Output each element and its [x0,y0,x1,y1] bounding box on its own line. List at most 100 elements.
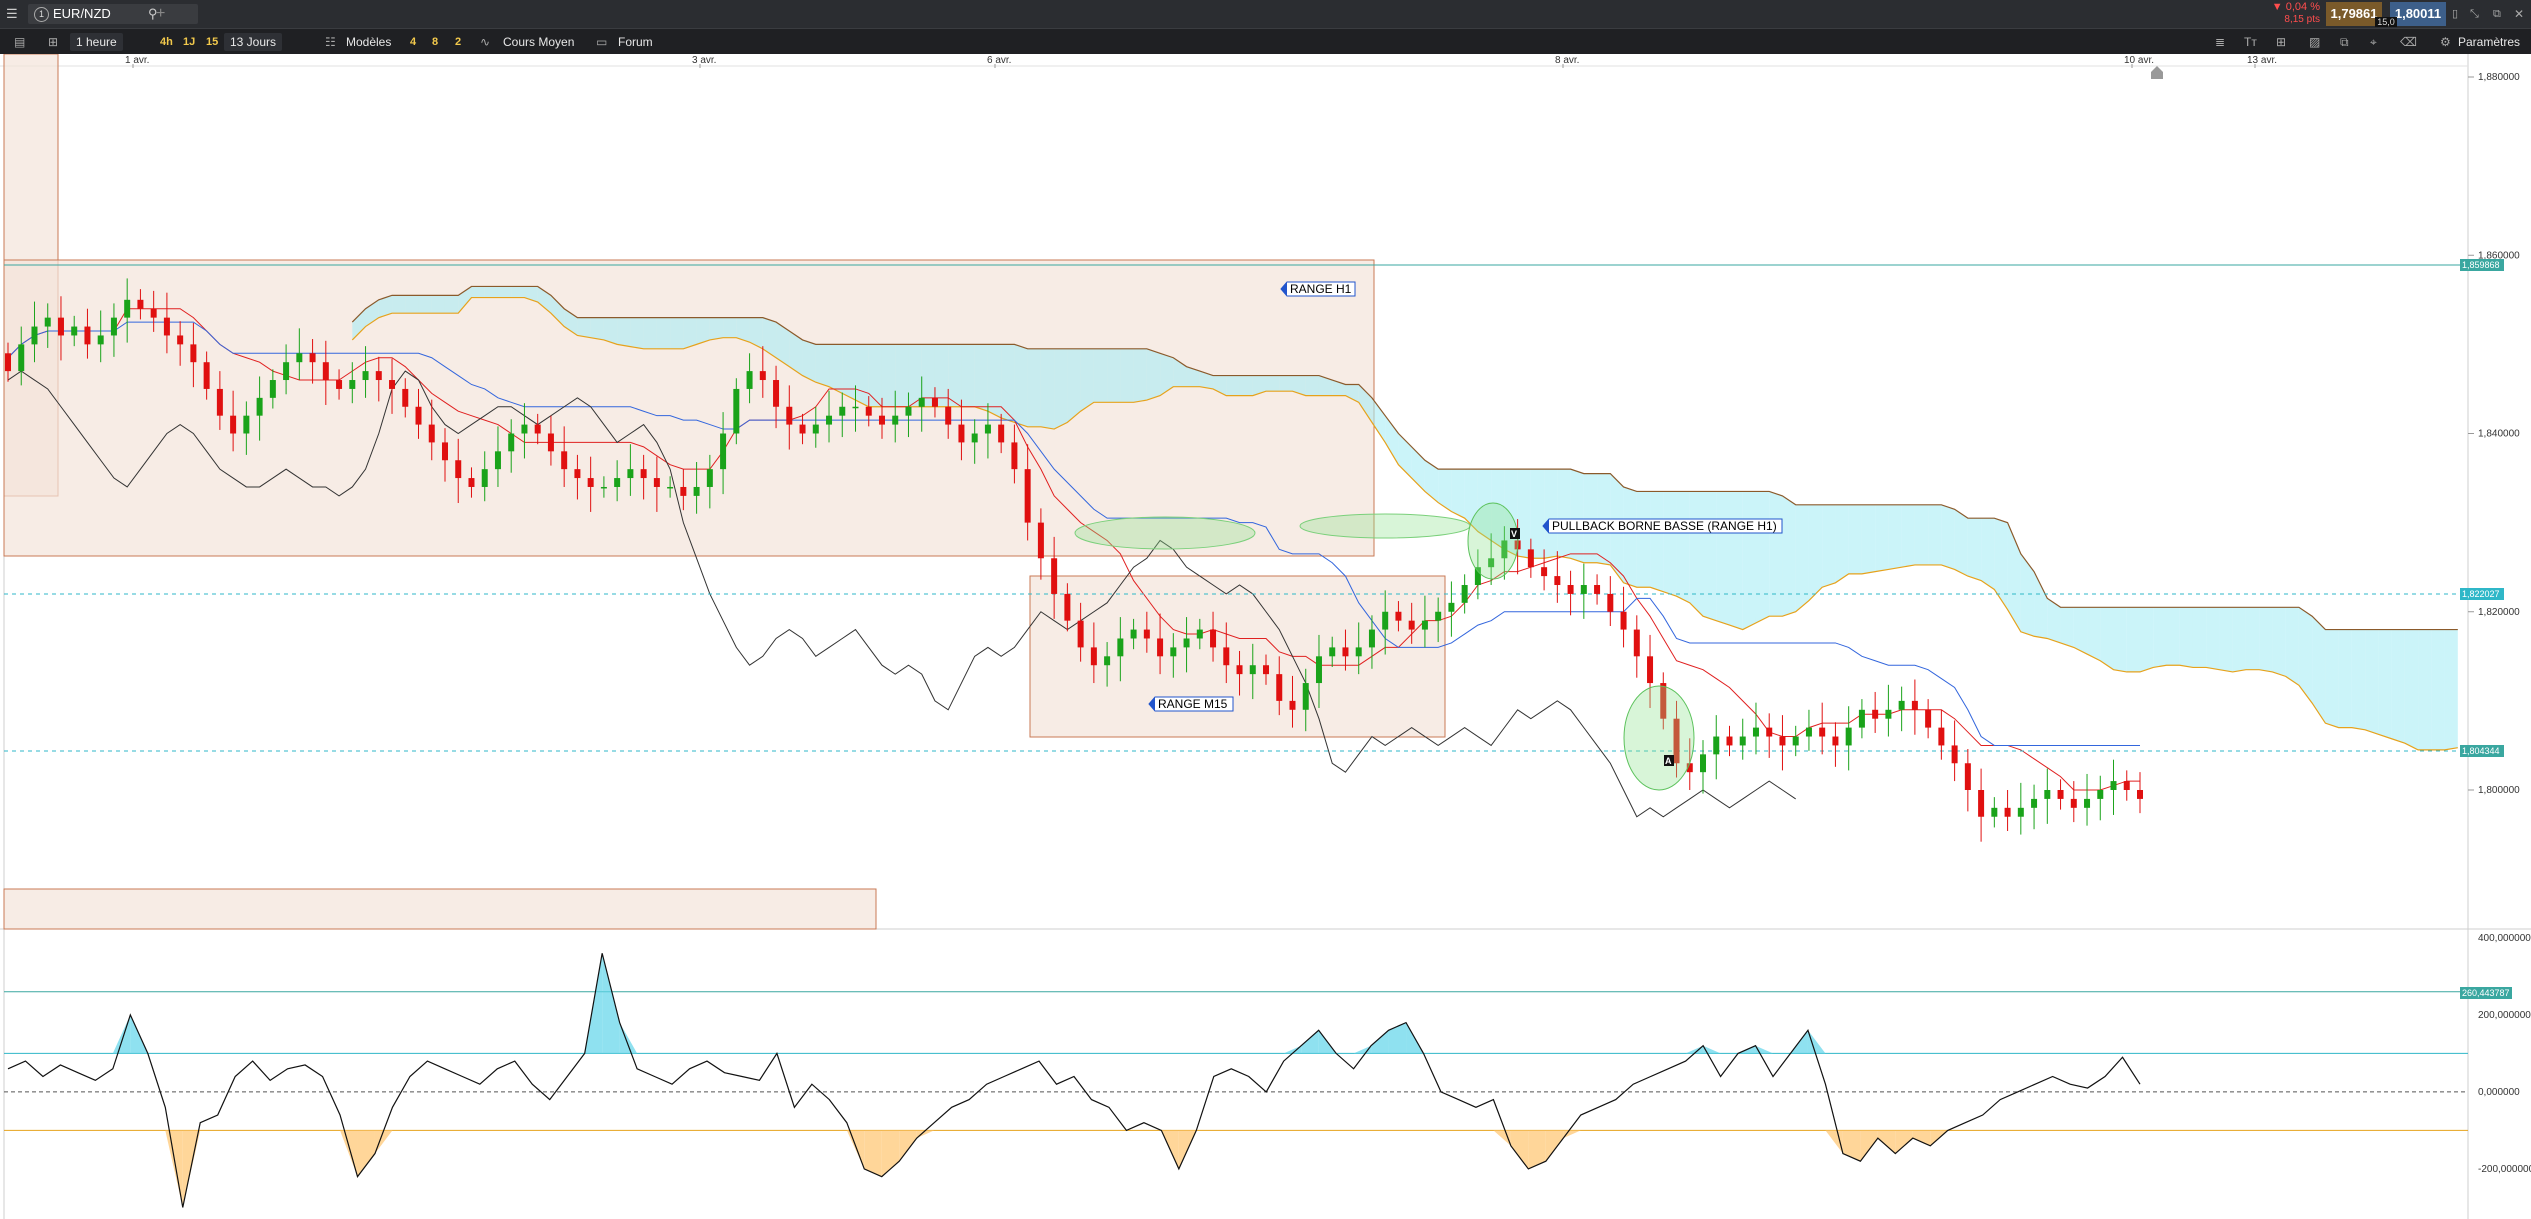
candle-body [1726,736,1733,746]
cloud-segment [855,344,869,407]
candle-body [1077,620,1084,648]
model-count-2[interactable]: 2 [455,29,461,55]
candle-body [1991,807,1998,817]
candle-body [971,433,978,443]
zone-ellipse-3[interactable] [1467,502,1519,580]
popout-icon[interactable]: ⧉ [2493,0,2501,28]
candle-body [1382,611,1389,630]
label-range-m15[interactable]: RANGE M15 [1148,696,1234,712]
candle-body [1752,727,1759,737]
eraser-icon[interactable]: ⌫ [2400,29,2417,55]
cloud-segment [2444,629,2458,750]
candle-body [892,415,899,425]
quick-tf-4h[interactable]: 4h [160,29,173,55]
quick-tf-1d[interactable]: 1J [183,29,195,55]
cloud-segment [1848,504,1862,574]
buy-marker[interactable]: A [1664,755,1674,766]
price-tick-label: 1,840000 [2478,429,2520,440]
hatch-icon[interactable]: ▨ [2309,29,2320,55]
model-count-4[interactable]: 4 [410,29,416,55]
candle-body [1858,709,1865,728]
period-select[interactable]: 13 Jours [224,33,283,51]
spread-value: 15,0 [2375,17,2397,27]
candle-body [1938,727,1945,746]
label-pullback[interactable]: PULLBACK BORNE BASSE (RANGE H1) [1542,518,1783,534]
pin-icon[interactable]: ⌖ [2370,29,2377,55]
cloud-segment [418,295,432,314]
candle-body [1037,522,1044,559]
cloud-segment [1080,348,1094,412]
candle-body [1289,700,1296,710]
indicator-button[interactable]: Cours Moyen [503,29,574,55]
candle-body [1607,593,1614,612]
price-tag-low: 1,804344 [2460,745,2504,757]
cloud-segment [1054,348,1068,430]
cloud-segment [1901,504,1915,568]
candle-body [680,486,687,496]
hamburger-icon[interactable]: ☰ [6,0,18,28]
candle-body [1408,620,1415,630]
cloud-segment [1305,375,1319,396]
candle-body [1872,709,1879,719]
cloud-segment [1279,375,1293,392]
close-icon[interactable]: ✕ [2514,0,2524,28]
settings-button[interactable]: Paramètres [2458,29,2520,55]
cloud-segment [948,344,962,407]
timeframe-select[interactable]: 1 heure [70,33,123,51]
candle-body [1832,736,1839,746]
candle-body [534,424,541,434]
label-range-h1-text: RANGE H1 [1290,282,1352,296]
cloud-segment [590,317,604,340]
candle-body [1739,736,1746,746]
cci-tick-label: 200,000000 [2478,1010,2531,1021]
candle-body [349,380,356,389]
model-count-8[interactable]: 8 [432,29,438,55]
cci-tag: 260,443787 [2460,987,2512,999]
cloud-segment [709,317,724,340]
cloud-segment [431,295,445,314]
candle-body [746,371,753,389]
candle-body [945,406,952,425]
candle-body [336,380,343,389]
chart-area[interactable]: 1 avr. 3 avr. 6 avr. 8 avr. 10 avr. 13 avr. 1… [0,54,2531,1219]
quick-tf-15[interactable]: 15 [206,29,218,55]
minimize-icon[interactable]: ⤡ [2470,0,2479,28]
cloud-segment [1782,495,1796,617]
grid-icon[interactable]: ⊞ [2276,29,2286,55]
panel-icon[interactable]: ▤ [14,29,25,55]
cloud-segment [1266,375,1280,392]
range-box-bottom[interactable] [3,888,877,930]
window-split-icon[interactable]: ▯ [2452,0,2458,28]
sell-price-button[interactable]: 1,79861 [2326,2,2382,26]
cloud-segment [2418,629,2432,750]
cloud-segment [1716,491,1730,626]
candle-body [1130,629,1137,639]
label-range-h1[interactable]: RANGE H1 [1280,281,1356,297]
candle-body [653,478,660,487]
price-tick-label: 1,880000 [2478,72,2520,83]
cloud-segment [2232,607,2246,672]
zone-ellipse-2[interactable] [1299,513,1471,539]
buy-price-button[interactable]: 1,80011 [2390,2,2446,26]
gear-icon[interactable]: ⚙ [2440,29,2451,55]
list-icon[interactable]: ≣ [2215,29,2225,55]
range-h1-box[interactable] [3,259,1375,557]
cloud-segment [1557,469,1571,559]
zone-ellipse-4[interactable] [1623,685,1695,791]
cloud-segment [908,344,922,407]
sell-marker[interactable]: V [1510,528,1520,539]
plus-icon[interactable]: + [156,0,165,28]
copy-icon[interactable]: ⧉ [2340,29,2349,55]
text-tool-icon[interactable]: Tт [2244,29,2257,55]
layout-icon[interactable]: ⊞ [48,29,58,55]
candle-body [1633,629,1640,657]
cloud-segment [1967,518,1982,581]
candle-body [984,424,991,434]
forum-button[interactable]: Forum [618,29,653,55]
instrument-tab[interactable]: 1 EUR/NZD ⚲ [28,4,198,24]
candle-body [640,469,647,479]
zone-ellipse-1[interactable] [1074,516,1256,550]
models-button[interactable]: Modèles [346,29,391,55]
candle-body [415,406,422,425]
time-tick-label: 6 avr. [987,55,1011,66]
